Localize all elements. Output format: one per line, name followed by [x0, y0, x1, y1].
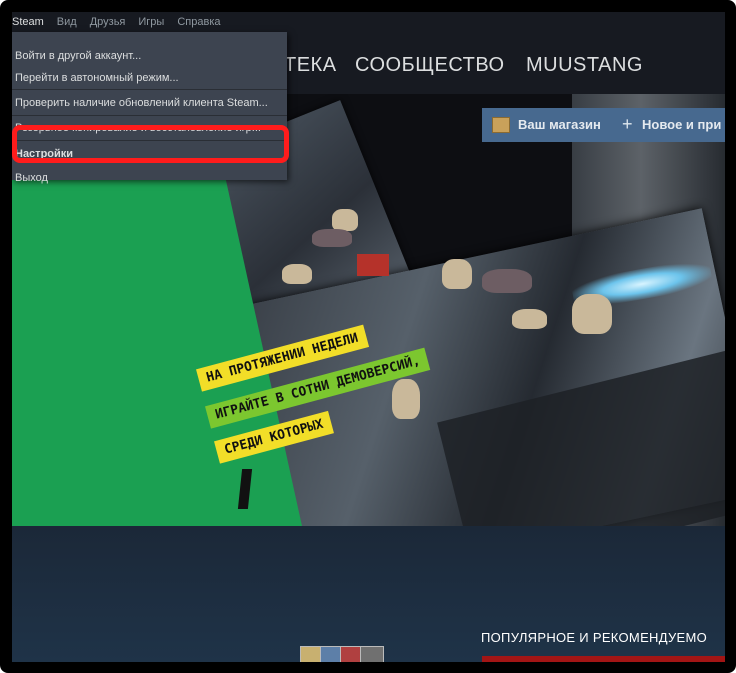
menu-item-check-updates[interactable]: Проверить наличие обновлений клиента Ste… [15, 97, 268, 109]
game-thumbnails[interactable] [300, 646, 400, 662]
menu-item-offline-mode[interactable]: Перейти в автономный режим... [15, 72, 179, 84]
robot-figure [482, 269, 532, 293]
red-crate [357, 254, 389, 276]
screenshot-frame: ТЕКА СООБЩЕСТВО MUUSTANG НА ПРОТЯЖЕНИИ Н… [0, 0, 736, 673]
steam-window: ТЕКА СООБЩЕСТВО MUUSTANG НА ПРОТЯЖЕНИИ Н… [12, 12, 725, 662]
menu-bar: Steam Вид Друзья Игры Справка [12, 12, 725, 32]
featured-thumbnail[interactable] [482, 656, 725, 662]
robot-figure [512, 309, 547, 329]
robot-figure [282, 264, 312, 284]
robot-figure [332, 209, 358, 231]
nav-library[interactable]: ТЕКА [284, 54, 337, 77]
store-nav-bar: Ваш магазин + Новое и при [482, 108, 725, 142]
thumbnail[interactable] [360, 646, 384, 662]
menu-separator [12, 89, 287, 90]
settings-highlight-box [12, 125, 289, 163]
new-and-noteworthy-link[interactable]: Новое и при [642, 117, 721, 132]
menu-friends[interactable]: Друзья [90, 16, 126, 28]
robot-figure [442, 259, 472, 289]
lower-section: 20 ПОПУЛЯРНОЕ И РЕКОМЕНДУЕМО [12, 526, 725, 662]
robot-figure [312, 229, 352, 247]
store-icon [492, 117, 510, 133]
menu-games[interactable]: Игры [138, 16, 164, 28]
menu-view[interactable]: Вид [57, 16, 77, 28]
nav-profile[interactable]: MUUSTANG [526, 54, 643, 77]
menu-separator [12, 115, 287, 116]
menu-item-switch-account[interactable]: Войти в другой аккаунт... [15, 50, 141, 62]
nav-community[interactable]: СООБЩЕСТВО [355, 54, 505, 77]
your-store-link[interactable]: Ваш магазин [518, 117, 601, 132]
menu-help[interactable]: Справка [177, 16, 220, 28]
robot-figure [392, 379, 420, 419]
menu-item-exit[interactable]: Выход [15, 172, 48, 184]
robot-figure [572, 294, 612, 334]
menu-steam[interactable]: Steam [12, 16, 44, 28]
popular-section-title: ПОПУЛЯРНОЕ И РЕКОМЕНДУЕМО [481, 630, 708, 645]
plus-icon: + [622, 114, 633, 134]
